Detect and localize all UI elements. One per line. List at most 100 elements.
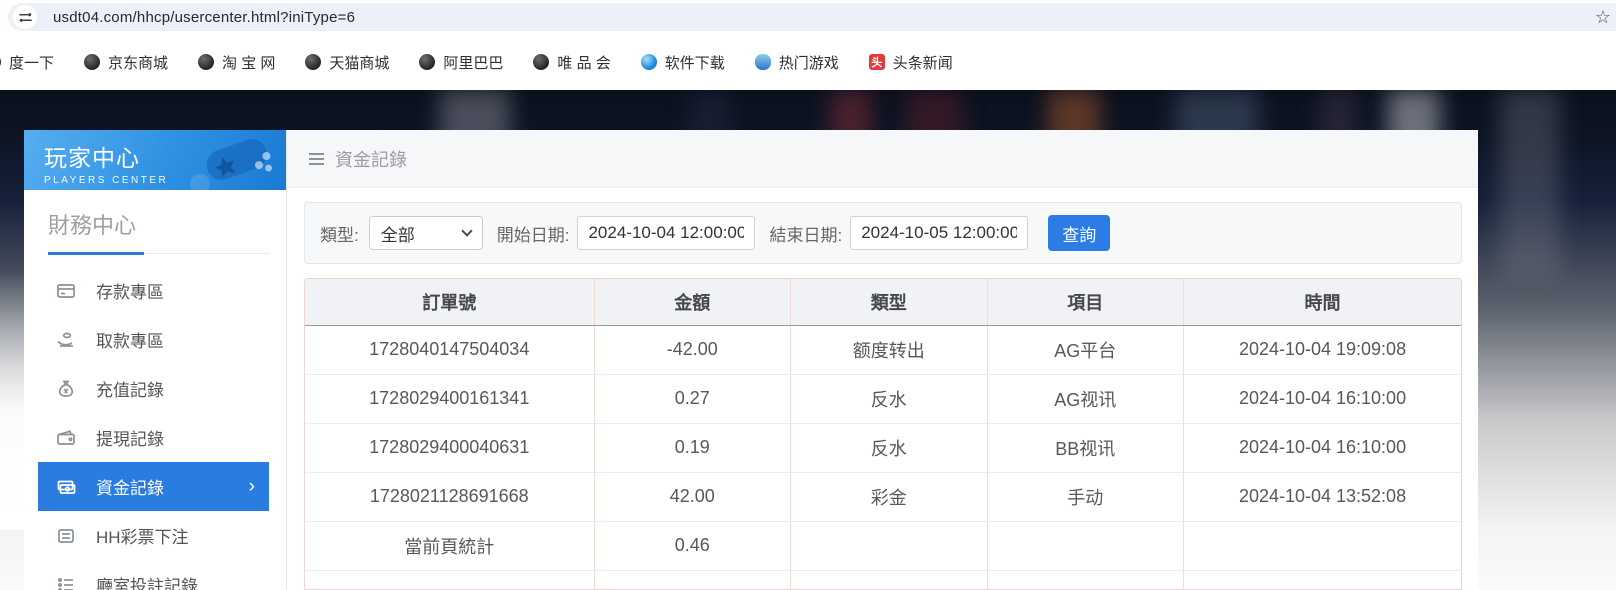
bookmark-star-icon[interactable]: ☆ (1595, 7, 1611, 28)
table-row: 17280294000406310.19反水BB视讯2024-10-04 16:… (305, 423, 1461, 472)
room-bet-record-icon (56, 575, 76, 590)
site-info-icon[interactable] (13, 5, 37, 29)
table-cell: 0.27 (594, 374, 791, 423)
type-label: 類型: (320, 221, 359, 246)
bookmark-label: 软件下载 (665, 52, 725, 73)
table-row: 172802112869166842.00彩金手动2024-10-04 13:5… (305, 472, 1461, 521)
table-header-row: 訂單號金額類型項目時間 (305, 279, 1461, 325)
table-cell: 2024-10-04 13:52:08 (1184, 472, 1461, 521)
sidebar-item-label: 充值記錄 (96, 376, 164, 401)
sidebar: 玩家中心 PLAYERS CENTER 財務中心 存款專區取款專區充值記錄提現記… (24, 130, 287, 590)
chevron-down-icon (461, 225, 472, 236)
search-button[interactable]: 查詢 (1048, 215, 1110, 251)
column-header: 金額 (594, 279, 791, 325)
bookmark-item[interactable]: 软件下载 (641, 52, 725, 73)
table-cell: 手动 (987, 472, 1184, 521)
table-cell: 當前頁統計 (305, 521, 594, 570)
table-cell (987, 570, 1184, 590)
recharge-record-icon (56, 379, 76, 399)
bookmark-item[interactable]: 唯 品 会 (533, 52, 610, 73)
table-cell: 彩金 (791, 472, 988, 521)
sidebar-item-取款專區[interactable]: 取款專區 (24, 315, 286, 364)
bookmark-label: 头条新闻 (893, 52, 953, 73)
table-cell: 2024-10-04 19:09:08 (1184, 325, 1461, 374)
end-date-input[interactable] (850, 216, 1028, 250)
table-cell (594, 570, 791, 590)
bookmark-item[interactable]: 阿里巴巴 (419, 52, 503, 73)
sidebar-item-label: 取款專區 (96, 327, 164, 352)
type-select[interactable]: 全部 (369, 216, 483, 250)
sidebar-item-充值記錄[interactable]: 充值記錄 (24, 364, 286, 413)
hot-games-icon (755, 54, 771, 70)
filter-bar: 類型: 全部 開始日期: 結束日期: 查詢 (304, 202, 1462, 264)
sidebar-item-label: HH彩票下注 (96, 523, 189, 548)
sidebar-item-label: 提現記錄 (96, 425, 164, 450)
gamepad-icon (178, 132, 282, 190)
sidebar-item-廳室投註記錄[interactable]: 廳室投註記錄 (24, 560, 286, 590)
table-cell: AG视讯 (987, 374, 1184, 423)
sidebar-item-HH彩票下注[interactable]: HH彩票下注 (24, 511, 286, 560)
bookmark-item[interactable]: 头头条新闻 (869, 52, 953, 73)
table-cell: AG平台 (987, 325, 1184, 374)
players-center-banner: 玩家中心 PLAYERS CENTER (24, 130, 286, 190)
start-date-label: 開始日期: (497, 221, 570, 246)
table-cell: 反水 (791, 374, 988, 423)
funds-record-table: 訂單號金額類型項目時間 1728040147504034-42.00额度转出AG… (304, 278, 1462, 590)
table-cell (987, 521, 1184, 570)
lottery-bet-icon (56, 526, 76, 546)
bookmark-label: 度一下 (9, 52, 54, 73)
breadcrumb: 資金記錄 (335, 146, 407, 172)
funds-record-icon (56, 477, 76, 497)
withdraw-icon (56, 330, 76, 350)
address-bar[interactable]: usdt04.com/hhcp/usercenter.html?iniType=… (8, 3, 1616, 31)
table-row (305, 570, 1461, 590)
menu-toggle-icon[interactable] (309, 153, 324, 165)
sidebar-item-label: 廳室投註記錄 (96, 572, 198, 590)
table-cell (791, 521, 988, 570)
table-row: 1728040147504034-42.00额度转出AG平台2024-10-04… (305, 325, 1461, 374)
browser-toolbar: usdt04.com/hhcp/usercenter.html?iniType=… (0, 0, 1616, 34)
column-header: 項目 (987, 279, 1184, 325)
bookmark-label: 阿里巴巴 (443, 52, 503, 73)
table-cell: BB视讯 (987, 423, 1184, 472)
sidebar-item-提現記錄[interactable]: 提現記錄 (24, 413, 286, 462)
url-text[interactable]: usdt04.com/hhcp/usercenter.html?iniType=… (53, 9, 355, 26)
site-favicon-globe-icon (84, 54, 100, 70)
bookmark-item[interactable]: 热门游戏 (755, 52, 839, 73)
bookmark-item[interactable]: 淘 宝 网 (198, 52, 275, 73)
chevron-right-icon: › (249, 477, 269, 496)
site-favicon-globe-icon (198, 54, 214, 70)
table-cell: 2024-10-04 16:10:00 (1184, 374, 1461, 423)
table-row: 當前頁統計0.46 (305, 521, 1461, 570)
bookmark-item[interactable]: 天猫商城 (305, 52, 389, 73)
site-favicon-globe-icon (305, 54, 321, 70)
finance-center-title: 財務中心 (48, 208, 270, 254)
site-favicon-globe-icon (419, 54, 435, 70)
table-row: 17280294001613410.27反水AG视讯2024-10-04 16:… (305, 374, 1461, 423)
table-cell: 额度转出 (791, 325, 988, 374)
sidebar-item-存款專區[interactable]: 存款專區 (24, 266, 286, 315)
bookmark-label: 天猫商城 (329, 52, 389, 73)
table-cell (791, 570, 988, 590)
column-header: 類型 (791, 279, 988, 325)
bookmark-label: 唯 品 会 (557, 52, 610, 73)
table-cell: 1728029400161341 (305, 374, 594, 423)
toutiao-news-icon: 头 (869, 54, 885, 70)
start-date-input[interactable] (577, 216, 755, 250)
bookmarks-bar: 度一下 京东商城 淘 宝 网 天猫商城 阿里巴巴 唯 品 会 软件下载 热门游戏 头头条新闻 (0, 34, 1616, 90)
bookmark-label: 淘 宝 网 (222, 52, 275, 73)
end-date-label: 結束日期: (769, 221, 842, 246)
bookmark-item[interactable]: 京东商城 (84, 52, 168, 73)
bookmark-label: 热门游戏 (779, 52, 839, 73)
table-cell: 42.00 (594, 472, 791, 521)
table-cell: 反水 (791, 423, 988, 472)
sidebar-item-資金記錄[interactable]: 資金記錄› (38, 462, 269, 511)
table-cell (1184, 570, 1461, 590)
table-cell: 1728040147504034 (305, 325, 594, 374)
column-header: 訂單號 (305, 279, 594, 325)
bookmark-item[interactable]: 度一下 (0, 52, 54, 73)
sidebar-menu: 存款專區取款專區充值記錄提現記錄資金記錄› HH彩票下注廳室投註記錄 (24, 266, 286, 590)
column-header: 時間 (1184, 279, 1461, 325)
table-cell: 1728029400040631 (305, 423, 594, 472)
main-content: 資金記錄 類型: 全部 開始日期: 結束日期: 查詢 訂單號金額類型項目時間 1… (287, 130, 1478, 590)
